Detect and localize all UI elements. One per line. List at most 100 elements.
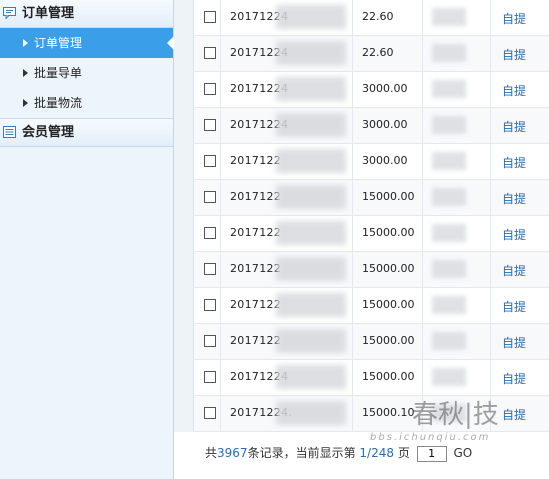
- page-jump-input[interactable]: [416, 445, 447, 462]
- column-divider: [352, 324, 353, 359]
- table-row: 20171224 3000.00 自提: [194, 72, 549, 108]
- table-row: 20171224. 15000.10 自提: [194, 396, 549, 432]
- redacted-cell: [276, 113, 346, 137]
- column-divider: [352, 0, 353, 35]
- sidebar-group-members[interactable]: 会员管理: [0, 118, 173, 147]
- redacted-cell: [432, 80, 466, 98]
- order-amount: 22.60: [362, 46, 394, 59]
- pickup-link[interactable]: 自提: [502, 118, 526, 135]
- column-divider: [422, 0, 423, 35]
- column-divider: [352, 288, 353, 323]
- row-checkbox[interactable]: [204, 335, 216, 347]
- table-row: 2017122 3000.00 自提: [194, 144, 549, 180]
- redacted-cell: [276, 5, 346, 29]
- sidebar-item-batch-logistics[interactable]: 批量物流: [0, 88, 173, 118]
- row-checkbox[interactable]: [204, 407, 216, 419]
- list-icon: [3, 126, 16, 138]
- pickup-link[interactable]: 自提: [502, 406, 526, 423]
- redacted-cell: [432, 296, 466, 314]
- order-amount: 3000.00: [362, 118, 408, 131]
- column-divider: [352, 360, 353, 395]
- column-divider: [490, 288, 491, 323]
- column-divider: [220, 252, 221, 287]
- column-divider: [490, 36, 491, 71]
- sidebar-group-label: 订单管理: [22, 6, 75, 21]
- column-divider: [352, 36, 353, 71]
- sidebar-item-label: 批量物流: [34, 96, 83, 110]
- table-row: 20171224 3000.00 自提: [194, 108, 549, 144]
- column-divider: [352, 396, 353, 431]
- redacted-cell: [276, 329, 346, 353]
- order-amount: 15000.10: [362, 406, 415, 419]
- pickup-link[interactable]: 自提: [502, 334, 526, 351]
- caret-right-icon: [23, 99, 28, 107]
- column-divider: [422, 252, 423, 287]
- column-divider: [490, 180, 491, 215]
- column-divider: [220, 324, 221, 359]
- column-divider: [490, 216, 491, 251]
- redacted-cell: [276, 185, 346, 209]
- pickup-link[interactable]: 自提: [502, 46, 526, 63]
- row-checkbox[interactable]: [204, 155, 216, 167]
- table-row: 20171224 22.60 自提: [194, 0, 549, 36]
- sidebar-group-label: 会员管理: [22, 125, 75, 140]
- row-checkbox[interactable]: [204, 11, 216, 23]
- sidebar-item-label: 批量导单: [34, 66, 83, 80]
- sidebar-item-order-management[interactable]: 订单管理: [0, 28, 174, 58]
- redacted-cell: [432, 188, 466, 206]
- pickup-link[interactable]: 自提: [502, 226, 526, 243]
- row-checkbox[interactable]: [204, 299, 216, 311]
- column-divider: [490, 108, 491, 143]
- row-checkbox[interactable]: [204, 191, 216, 203]
- column-divider: [490, 252, 491, 287]
- column-divider: [422, 396, 423, 431]
- sidebar-group-orders[interactable]: 订单管理: [0, 0, 173, 28]
- row-checkbox[interactable]: [204, 83, 216, 95]
- redacted-cell: [432, 332, 466, 350]
- main-content: 20171224 22.60 自提 20171224 22.60 自提 20171224 30…: [174, 0, 549, 479]
- order-amount: 22.60: [362, 10, 394, 23]
- row-checkbox[interactable]: [204, 263, 216, 275]
- pickup-link[interactable]: 自提: [502, 262, 526, 279]
- table-row: 2017122 15000.00 自提: [194, 252, 549, 288]
- column-divider: [220, 216, 221, 251]
- chat-bubble-icon: [3, 7, 16, 19]
- pickup-link[interactable]: 自提: [502, 154, 526, 171]
- column-divider: [352, 144, 353, 179]
- column-divider: [220, 108, 221, 143]
- row-checkbox[interactable]: [204, 371, 216, 383]
- order-amount: 15000.00: [362, 262, 415, 275]
- column-divider: [422, 216, 423, 251]
- column-divider: [220, 144, 221, 179]
- row-checkbox[interactable]: [204, 227, 216, 239]
- column-divider: [352, 72, 353, 107]
- column-divider: [220, 36, 221, 71]
- column-divider: [220, 72, 221, 107]
- pickup-link[interactable]: 自提: [502, 190, 526, 207]
- column-divider: [490, 396, 491, 431]
- order-amount: 15000.00: [362, 190, 415, 203]
- column-divider: [220, 360, 221, 395]
- sidebar-item-label: 订单管理: [34, 36, 83, 50]
- row-checkbox[interactable]: [204, 119, 216, 131]
- pagination: 共3967条记录，当前显示第 1/248 页 GO: [205, 444, 472, 462]
- row-checkbox[interactable]: [204, 47, 216, 59]
- redacted-cell: [276, 221, 346, 245]
- table-row: 20171224 15000.00 自提: [194, 360, 549, 396]
- pickup-link[interactable]: 自提: [502, 298, 526, 315]
- pickup-link[interactable]: 自提: [502, 370, 526, 387]
- column-divider: [422, 288, 423, 323]
- column-divider: [422, 108, 423, 143]
- redacted-cell: [432, 404, 466, 422]
- table-row: 2017122 15000.00 自提: [194, 216, 549, 252]
- column-divider: [352, 216, 353, 251]
- redacted-cell: [432, 44, 466, 62]
- sidebar-item-batch-import[interactable]: 批量导单: [0, 58, 173, 88]
- redacted-cell: [432, 368, 466, 386]
- pickup-link[interactable]: 自提: [502, 10, 526, 27]
- pickup-link[interactable]: 自提: [502, 82, 526, 99]
- total-records: 3967: [217, 446, 248, 460]
- order-amount: 3000.00: [362, 82, 408, 95]
- go-button[interactable]: GO: [454, 446, 473, 460]
- pager-prefix: 共: [205, 446, 218, 460]
